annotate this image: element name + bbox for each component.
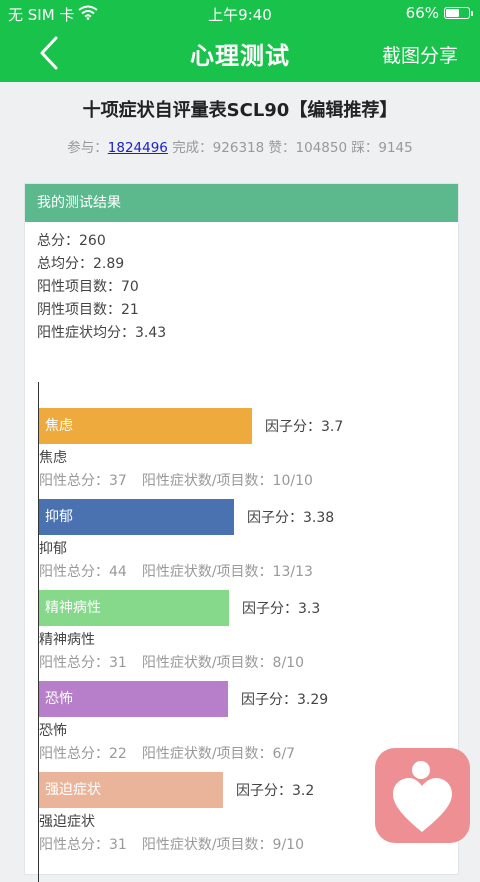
factor-bar: 精神病性 — [39, 590, 229, 626]
factor-row: 焦虑 因子分：3.7 焦虑 阳性总分：37 阳性症状数/项目数：10/10 — [39, 408, 458, 499]
factor-positive-total: 阳性总分：44 — [39, 564, 127, 580]
dislikes-count: 踩：9145 — [351, 140, 413, 156]
factor-bar: 焦虑 — [39, 408, 252, 444]
factor-score-label: 因子分： — [236, 783, 292, 799]
factor-name: 强迫症状 — [39, 814, 95, 830]
factor-bar: 恐怖 — [39, 681, 228, 717]
factor-name: 精神病性 — [39, 632, 95, 648]
factor-detail: 阳性总分：37 阳性症状数/项目数：10/10 — [39, 470, 313, 490]
factor-score-value: 3.7 — [321, 419, 344, 435]
factor-bar: 抑郁 — [39, 499, 234, 535]
app-header: 无 SIM 卡 上午9:40 66% 心理测试 截图分享 — [0, 0, 480, 82]
factor-detail: 阳性总分：22 阳性症状数/项目数：6/7 — [39, 743, 295, 763]
factor-score: 因子分：3.2 — [236, 780, 314, 800]
floating-app-button[interactable] — [375, 748, 470, 843]
test-stats: 参与：1824496 完成：926318 赞：104850 踩：9145 — [0, 136, 480, 156]
factor-row: 抑郁 因子分：3.38 抑郁 阳性总分：44 阳性症状数/项目数：13/13 — [39, 499, 458, 590]
factor-score: 因子分：3.3 — [242, 598, 320, 618]
participants-label: 参与： — [67, 140, 108, 156]
factor-score-value: 3.3 — [298, 601, 321, 617]
factor-score: 因子分：3.7 — [265, 416, 343, 436]
factor-score-value: 3.29 — [297, 692, 329, 708]
result-header: 我的测试结果 — [25, 184, 458, 222]
factor-positive-ratio: 阳性症状数/项目数：10/10 — [141, 473, 313, 489]
likes-count: 赞：104850 — [268, 140, 348, 156]
factor-positive-total: 阳性总分：31 — [39, 655, 127, 671]
factor-score-value: 3.2 — [292, 783, 315, 799]
factor-detail: 阳性总分：31 阳性症状数/项目数：8/10 — [39, 652, 304, 672]
heart-person-icon — [393, 761, 452, 832]
factor-row: 精神病性 因子分：3.3 精神病性 阳性总分：31 阳性症状数/项目数：8/10 — [39, 590, 458, 681]
summary-negative-items: 阴性项目数：21 — [37, 302, 139, 318]
battery-percent: 66% — [405, 4, 439, 22]
factor-score: 因子分：3.29 — [241, 689, 328, 709]
summary-average: 总均分：2.89 — [37, 256, 125, 272]
factor-name: 抑郁 — [39, 541, 67, 557]
completed-count: 完成：926318 — [172, 140, 265, 156]
status-bar: 无 SIM 卡 上午9:40 66% — [0, 0, 480, 28]
factor-score-value: 3.38 — [303, 510, 335, 526]
summary-positive-average: 阳性症状均分：3.43 — [37, 325, 167, 341]
factor-score-label: 因子分： — [247, 510, 303, 526]
factor-positive-ratio: 阳性症状数/项目数：8/10 — [141, 655, 304, 671]
participants-link[interactable]: 1824496 — [108, 140, 168, 156]
factor-bar: 强迫症状 — [39, 772, 223, 808]
result-summary: 总分：260 总均分：2.89 阳性项目数：70 阴性项目数：21 阳性症状均分… — [37, 230, 166, 345]
factor-score-label: 因子分： — [242, 601, 298, 617]
factor-positive-ratio: 阳性症状数/项目数：13/13 — [141, 564, 313, 580]
factor-positive-total: 阳性总分：31 — [39, 837, 127, 853]
battery-icon — [444, 7, 473, 19]
factor-score: 因子分：3.38 — [247, 507, 334, 527]
factor-name: 焦虑 — [39, 450, 67, 466]
summary-total: 总分：260 — [37, 233, 106, 249]
share-screenshot-button[interactable]: 截图分享 — [382, 41, 458, 68]
factor-score-label: 因子分： — [241, 692, 297, 708]
test-title: 十项症状自评量表SCL90【编辑推荐】 — [82, 100, 398, 121]
factor-name: 恐怖 — [39, 723, 67, 739]
summary-positive-items: 阳性项目数：70 — [37, 279, 139, 295]
factor-positive-ratio: 阳性症状数/项目数：6/7 — [141, 746, 296, 762]
factor-positive-total: 阳性总分：22 — [39, 746, 127, 762]
factor-positive-total: 阳性总分：37 — [39, 473, 127, 489]
factor-detail: 阳性总分：44 阳性症状数/项目数：13/13 — [39, 561, 313, 581]
factor-detail: 阳性总分：31 阳性症状数/项目数：9/10 — [39, 834, 304, 854]
factor-score-label: 因子分： — [265, 419, 321, 435]
factor-positive-ratio: 阳性症状数/项目数：9/10 — [141, 837, 304, 853]
